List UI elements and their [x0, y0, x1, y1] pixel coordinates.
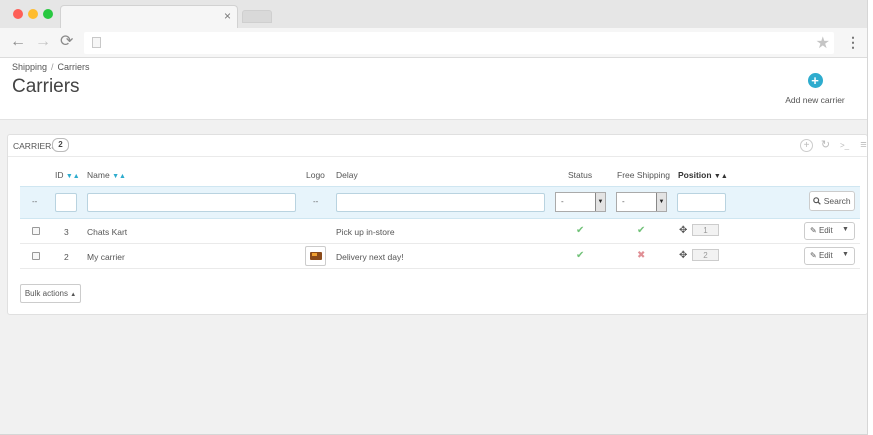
free-shipping-filter-value: - [622, 197, 625, 206]
header-id[interactable]: ID ▼▲ [55, 170, 80, 180]
free-shipping-filter-select[interactable]: - ▼ [616, 192, 667, 212]
breadcrumb-separator: / [51, 62, 54, 72]
add-circle-icon: + [807, 73, 823, 88]
header-position-label: Position [678, 170, 712, 180]
refresh-icon[interactable]: ↻ [819, 139, 832, 152]
status-filter-value: - [561, 197, 564, 206]
edit-label: Edit [818, 226, 833, 235]
edit-button-group[interactable]: ✎ Edit ▼ [804, 222, 855, 240]
page-header: Shipping / Carriers Carriers + Add new car… [0, 58, 867, 120]
carrier-name: My carrier [87, 252, 125, 262]
free-shipping-cross-icon[interactable]: ✖ [637, 250, 645, 261]
header-status: Status [568, 170, 593, 180]
filter-row: -- -- - ▼ - ▼ Search [20, 186, 860, 219]
search-icon [813, 197, 822, 205]
table-row[interactable]: 2 My carrier Delivery next day! ✔ ✖ ✥ 2 … [20, 244, 860, 269]
position-filter-input[interactable] [677, 193, 726, 212]
dropdown-arrow-icon: ▼ [656, 193, 666, 211]
close-tab-icon[interactable]: × [224, 9, 231, 23]
header-position[interactable]: Position ▼▲ [678, 170, 728, 180]
carrier-id: 2 [64, 252, 69, 262]
edit-button[interactable]: ✎ Edit [810, 226, 833, 235]
browser-menu-icon[interactable]: ⋮ [846, 35, 860, 49]
page-icon [92, 37, 101, 48]
position-value: 2 [692, 249, 719, 261]
table-row[interactable]: 3 Chats Kart Pick up in-store ✔ ✔ ✥ 1 ✎ … [20, 219, 860, 244]
count-badge: 2 [52, 138, 69, 152]
add-icon[interactable]: + [800, 139, 813, 152]
add-new-carrier-label: Add new carrier [785, 95, 845, 105]
bulk-actions-label: Bulk actions [24, 289, 68, 298]
breadcrumb-current: Carriers [57, 62, 90, 72]
table-header: ID ▼▲ Name ▼▲ Logo Delay Status Free Shi… [20, 167, 860, 183]
truck-icon [310, 252, 322, 260]
browser-tab-active[interactable]: × [60, 5, 238, 28]
maximize-window-button[interactable] [43, 9, 53, 19]
free-shipping-check-icon[interactable]: ✔ [637, 225, 645, 236]
header-name[interactable]: Name ▼▲ [87, 170, 126, 180]
carrier-logo-image [305, 246, 326, 266]
id-filter-input[interactable] [55, 193, 77, 212]
search-button-label: Search [823, 196, 851, 206]
panel-heading: Carriers 2 + ↻ >_ ≡ [8, 135, 867, 157]
carrier-id: 3 [64, 227, 69, 237]
address-bar[interactable]: ★ [84, 32, 834, 54]
caret-down-icon[interactable]: ▼ [842, 251, 849, 258]
drag-move-icon[interactable]: ✥ [679, 250, 687, 261]
breadcrumb-parent[interactable]: Shipping [12, 62, 47, 72]
position-value: 1 [692, 224, 719, 236]
header-logo: Logo [306, 170, 325, 180]
carrier-name: Chats Kart [87, 227, 128, 237]
page-title: Carriers [12, 76, 80, 97]
row-checkbox[interactable] [32, 252, 40, 260]
dropdown-arrow-icon: ▼ [595, 193, 605, 211]
status-check-icon[interactable]: ✔ [576, 250, 584, 261]
delay-filter-input[interactable] [336, 193, 545, 212]
close-window-button[interactable] [13, 9, 23, 19]
sql-query-icon[interactable]: >_ [838, 139, 851, 152]
drag-move-icon[interactable]: ✥ [679, 225, 687, 236]
export-database-icon[interactable]: ≡ [857, 139, 867, 152]
edit-button-group[interactable]: ✎ Edit ▼ [804, 247, 855, 265]
caret-down-icon[interactable]: ▼ [842, 226, 849, 233]
edit-label: Edit [818, 251, 833, 260]
minimize-window-button[interactable] [28, 9, 38, 19]
browser-toolbar: ← → ⟳ ★ ⋮ [0, 28, 867, 58]
back-arrow-icon[interactable]: ← [10, 34, 26, 50]
add-new-carrier-button[interactable]: + Add new carrier [780, 72, 850, 105]
new-tab-button[interactable] [242, 10, 272, 23]
header-name-label: Name [87, 170, 110, 180]
browser-window: × ← → ⟳ ★ ⋮ Shipping / Carriers Carriers +… [0, 0, 868, 435]
logo-filter-placeholder: -- [313, 197, 319, 206]
position-sort-arrows-icon[interactable]: ▼▲ [714, 173, 728, 180]
carrier-delay: Pick up in-store [336, 227, 395, 237]
header-id-label: ID [55, 170, 64, 180]
status-check-icon[interactable]: ✔ [576, 225, 584, 236]
pencil-icon: ✎ [810, 251, 817, 260]
carriers-panel: Carriers 2 + ↻ >_ ≡ ID ▼▲ Name ▼▲ Logo D… [7, 134, 867, 315]
search-button[interactable]: Search [809, 191, 855, 211]
bulk-actions-button[interactable]: Bulk actions ▲ [20, 284, 81, 303]
bulk-filter-placeholder: -- [32, 197, 38, 206]
caret-up-icon: ▲ [70, 292, 77, 298]
sort-arrows-icon[interactable]: ▼▲ [66, 173, 80, 180]
panel-title: Carriers [13, 141, 57, 151]
sort-arrows-icon[interactable]: ▼▲ [112, 173, 126, 180]
bookmark-star-icon[interactable]: ★ [816, 33, 830, 53]
status-filter-select[interactable]: - ▼ [555, 192, 606, 212]
pencil-icon: ✎ [810, 226, 817, 235]
reload-icon[interactable]: ⟳ [60, 34, 73, 50]
header-free-shipping: Free Shipping [617, 170, 670, 180]
carrier-delay: Delivery next day! [336, 252, 404, 262]
row-checkbox[interactable] [32, 227, 40, 235]
breadcrumb: Shipping / Carriers [12, 62, 90, 72]
forward-arrow-icon[interactable]: → [35, 34, 51, 50]
header-delay: Delay [336, 170, 358, 180]
name-filter-input[interactable] [87, 193, 296, 212]
edit-button[interactable]: ✎ Edit [810, 251, 833, 260]
tab-strip: × [0, 0, 867, 28]
